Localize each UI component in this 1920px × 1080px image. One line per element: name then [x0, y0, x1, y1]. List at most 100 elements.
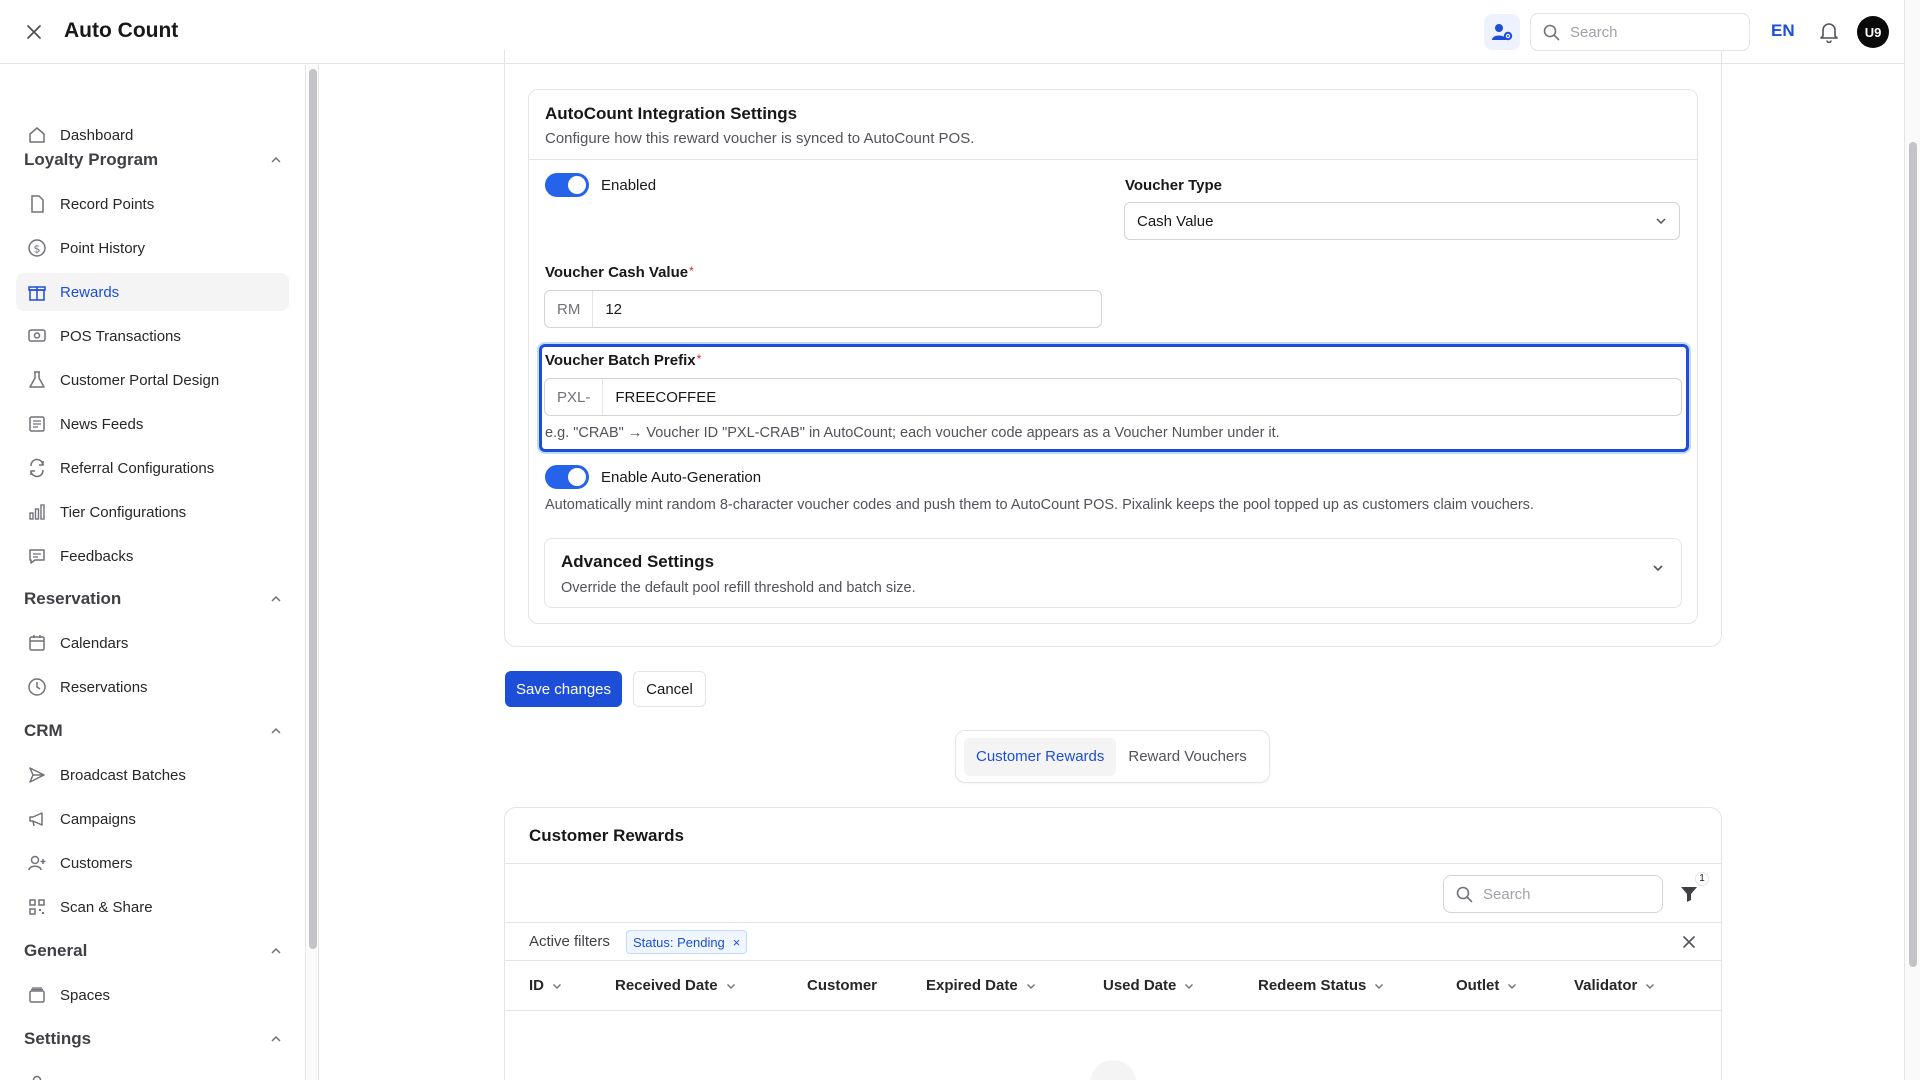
page-scrollbar-thumb[interactable] [1909, 142, 1917, 967]
required-marker: * [689, 264, 694, 278]
sidebar-section-settings[interactable]: Settings [24, 1024, 282, 1054]
sidebar-item-label: Broadcast Batches [60, 766, 186, 784]
sidebar-item-broadcast-batches[interactable]: Broadcast Batches [16, 756, 289, 794]
bell-icon[interactable] [1816, 19, 1842, 45]
cash-value-label: Voucher Cash Value* [545, 264, 694, 282]
language-switcher[interactable]: EN [1771, 21, 1795, 41]
column-label: Validator [1574, 977, 1638, 994]
batch-prefix-field[interactable]: PXL- [544, 378, 1682, 416]
column-used-date[interactable]: Used Date [1103, 977, 1194, 994]
sidebar-item-partial[interactable] [16, 1064, 289, 1080]
calendar-icon [26, 632, 48, 654]
section-label: Loyalty Program [24, 150, 159, 169]
column-received-date[interactable]: Received Date [615, 977, 736, 994]
batch-prefix-label: Voucher Batch Prefix* [545, 352, 701, 370]
sidebar-item-reservations[interactable]: Reservations [16, 668, 289, 706]
advanced-settings-subtitle: Override the default pool refill thresho… [561, 580, 916, 596]
sidebar-item-record-points[interactable]: Record Points [16, 185, 289, 223]
tab-customer-rewards[interactable]: Customer Rewards [964, 737, 1117, 776]
section-label: Settings [24, 1029, 92, 1048]
page-scrollbar[interactable] [1904, 0, 1920, 1080]
sidebar-item-news-feeds[interactable]: News Feeds [16, 405, 289, 443]
batch-prefix-input[interactable] [603, 379, 1681, 415]
layers-icon [26, 984, 48, 1006]
tab-reward-vouchers[interactable]: Reward Vouchers [1116, 738, 1258, 776]
cash-value-field[interactable]: RM [544, 290, 1102, 328]
header-search-input[interactable] [1570, 23, 1730, 41]
sidebar-section-reservation[interactable]: Reservation [24, 584, 282, 614]
svg-text:$: $ [34, 243, 41, 256]
sidebar-item-spaces[interactable]: Spaces [16, 976, 289, 1014]
refresh-icon [26, 457, 48, 479]
sidebar-item-scan-share[interactable]: Scan & Share [16, 888, 289, 926]
sidebar-item-label: Point History [60, 239, 146, 257]
table-search-input[interactable] [1483, 885, 1643, 903]
sidebar-item-customer-portal-design[interactable]: Customer Portal Design [16, 361, 289, 399]
column-redeem-status[interactable]: Redeem Status [1258, 977, 1384, 994]
section-label: CRM [24, 721, 63, 740]
clear-filters-icon[interactable] [1680, 933, 1698, 951]
sidebar-item-customers[interactable]: Customers [16, 844, 289, 882]
auto-generation-toggle[interactable] [545, 465, 589, 489]
chevron-up-icon [271, 727, 281, 734]
cash-value-input[interactable] [593, 291, 1101, 327]
chevron-down-icon [1184, 981, 1194, 991]
sidebar-item-campaigns[interactable]: Campaigns [16, 800, 289, 838]
sidebar-item-label: Tier Configurations [60, 503, 187, 521]
home-icon [26, 124, 48, 146]
header-search[interactable] [1530, 13, 1750, 51]
sidebar-item-label: POS Transactions [60, 327, 181, 345]
sidebar-section-loyalty[interactable]: Loyalty Program [24, 145, 282, 175]
sidebar-item-pos-transactions[interactable]: POS Transactions [16, 317, 289, 355]
close-icon[interactable] [22, 20, 46, 44]
column-validator[interactable]: Validator [1574, 977, 1655, 994]
sidebar-section-crm[interactable]: CRM [24, 716, 282, 746]
empty-state-icon [1090, 1060, 1136, 1080]
sidebar-item-rewards[interactable]: Rewards [16, 273, 289, 311]
sidebar-scrollbar-thumb[interactable] [309, 69, 317, 949]
filter-chip-status[interactable]: Status: Pending × [626, 930, 748, 954]
sidebar-item-label: Reservations [60, 678, 148, 696]
sidebar-item-label: Spaces [60, 986, 111, 1004]
cancel-button[interactable]: Cancel [633, 671, 706, 707]
sidebar-item-calendars[interactable]: Calendars [16, 624, 289, 662]
rewards-tabs: Customer Rewards Reward Vouchers [955, 730, 1270, 783]
table-search[interactable] [1443, 875, 1663, 913]
remove-filter-icon[interactable]: × [733, 935, 741, 950]
advanced-settings-accordion[interactable]: Advanced Settings Override the default p… [544, 538, 1682, 608]
sidebar: Dashboard Loyalty Program Record Points … [0, 65, 306, 1080]
active-filters-label: Active filters [529, 933, 610, 950]
cash-value-label-text: Voucher Cash Value [545, 264, 689, 281]
column-expired-date[interactable]: Expired Date [926, 977, 1036, 994]
section-label: General [24, 941, 88, 960]
save-changes-button[interactable]: Save changes [505, 671, 622, 707]
megaphone-icon [26, 808, 48, 830]
table-header: ID Received Date Customer Expired Date U… [505, 961, 1721, 1011]
customer-rewards-title: Customer Rewards [529, 826, 684, 845]
card-header: AutoCount Integration Settings Configure… [529, 90, 1697, 160]
sidebar-item-label: Feedbacks [60, 547, 134, 565]
sidebar-item-label: Rewards [60, 283, 120, 301]
section-label: Reservation [24, 589, 122, 608]
sidebar-item-point-history[interactable]: $ Point History [16, 229, 289, 267]
voucher-type-select[interactable]: Cash Value [1124, 202, 1680, 240]
sidebar-item-feedbacks[interactable]: Feedbacks [16, 537, 289, 575]
sidebar-item-label: Scan & Share [60, 898, 153, 916]
sidebar-item-referral-configurations[interactable]: Referral Configurations [16, 449, 289, 487]
sidebar-scrollbar[interactable] [307, 65, 319, 1080]
auto-generation-helper: Automatically mint random 8-character vo… [545, 497, 1534, 513]
sidebar-section-general[interactable]: General [24, 936, 282, 966]
column-label: Used Date [1103, 977, 1177, 994]
chevron-down-icon [1645, 981, 1655, 991]
sidebar-item-tier-configurations[interactable]: Tier Configurations [16, 493, 289, 531]
enabled-toggle[interactable] [545, 173, 589, 197]
user-settings-icon[interactable] [1484, 14, 1520, 50]
column-id[interactable]: ID [529, 977, 562, 994]
qr-code-icon [26, 896, 48, 918]
search-icon [1456, 886, 1473, 902]
column-label: ID [529, 977, 544, 994]
sidebar-item-label: Campaigns [60, 810, 136, 828]
column-label: Customer [807, 977, 878, 994]
column-outlet[interactable]: Outlet [1456, 977, 1517, 994]
avatar[interactable]: U9 [1857, 16, 1889, 48]
